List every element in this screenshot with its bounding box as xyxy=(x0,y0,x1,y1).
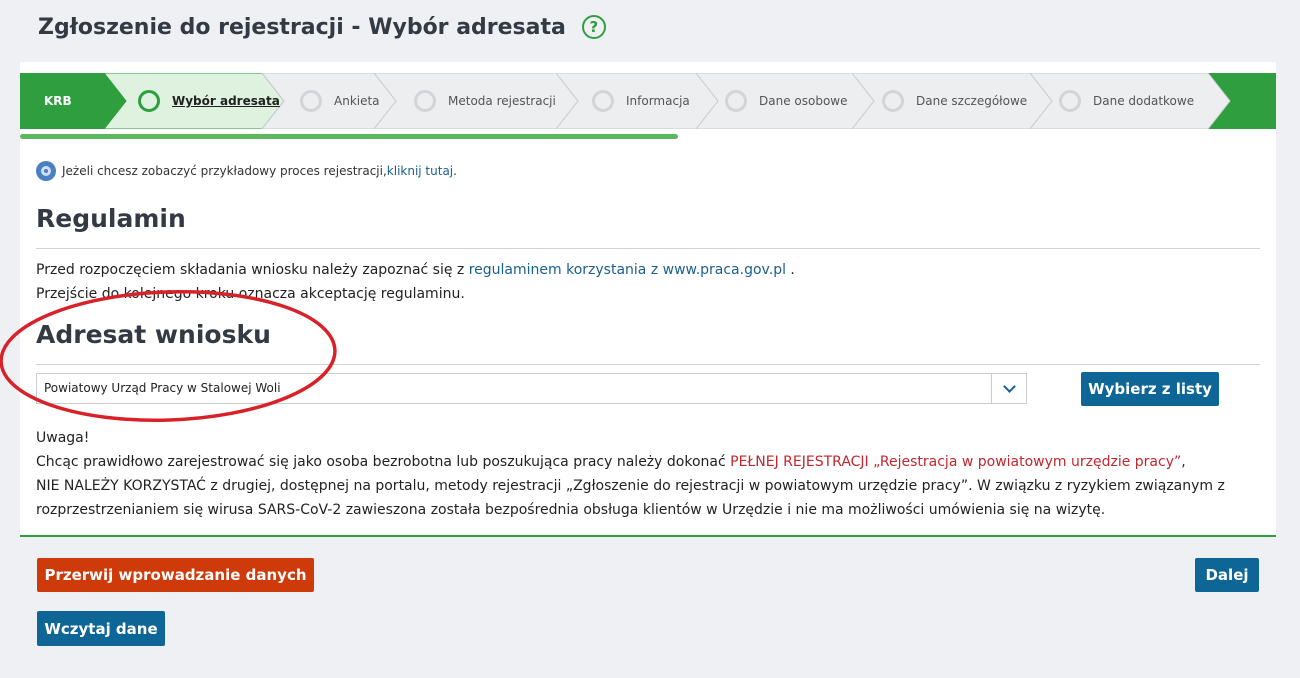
adresat-select[interactable]: Powiatowy Urząd Pracy w Stalowej Woli xyxy=(36,373,1027,404)
warning-paragraph-1: Chcąc prawidłowo zarejestrować się jako … xyxy=(36,450,1266,474)
section-title-adresat: Adresat wniosku xyxy=(36,320,271,349)
choose-from-list-button[interactable]: Wybierz z listy xyxy=(1081,372,1219,406)
regulamin-line1: Przed rozpoczęciem składania wniosku nal… xyxy=(36,262,469,278)
step-label: Informacja xyxy=(626,94,690,108)
step-label: Dane dodatkowe xyxy=(1093,94,1195,108)
step-label: Ankieta xyxy=(334,94,380,108)
warning-p1-text: Chcąc prawidłowo zarejestrować się jako … xyxy=(36,454,731,470)
step-metoda-rejestracji: Metoda rejestracji xyxy=(414,73,556,129)
next-button[interactable]: Dalej xyxy=(1195,558,1259,592)
step-wybor-adresata[interactable]: Wybór adresata xyxy=(138,73,280,129)
dropdown-toggle[interactable] xyxy=(991,374,1026,403)
warning-block: Uwaga! Chcąc prawidłowo zarejestrować si… xyxy=(36,426,1266,522)
demo-info: Jeżeli chcesz zobaczyć przykładowy proce… xyxy=(36,161,457,181)
demo-info-text: Jeżeli chcesz zobaczyć przykładowy proce… xyxy=(62,164,387,178)
load-data-button[interactable]: Wczytaj dane xyxy=(37,611,165,646)
step-dane-osobowe: Dane osobowe xyxy=(725,73,848,129)
step-dane-dodatkowe: Dane dodatkowe xyxy=(1059,73,1194,129)
adresat-select-value: Powiatowy Urząd Pracy w Stalowej Woli xyxy=(44,381,281,395)
step-ankieta: Ankieta xyxy=(300,73,380,129)
step-label: Dane szczegółowe xyxy=(916,94,1028,108)
regulamin-text: Przed rozpoczęciem składania wniosku nal… xyxy=(36,258,795,306)
step-label: Metoda rejestracji xyxy=(448,94,556,108)
page-title: Zgłoszenie do rejestracji - Wybór adresa… xyxy=(38,14,566,40)
regulamin-line2: Przejście do kolejnego kroku oznacza akc… xyxy=(36,286,465,302)
step-status-icon xyxy=(300,90,322,112)
step-status-icon xyxy=(592,90,614,112)
footer-divider xyxy=(20,535,1276,537)
demo-info-suffix: . xyxy=(453,164,457,178)
cancel-entry-button[interactable]: Przerwij wprowadzanie danych xyxy=(37,558,314,592)
step-status-icon xyxy=(414,90,436,112)
step-status-icon xyxy=(882,90,904,112)
help-icon[interactable]: ? xyxy=(581,15,606,39)
chevron-down-icon xyxy=(1002,379,1016,393)
step-progress-bar: KRB Wybór adresata Ankieta Metoda rejest… xyxy=(20,73,1276,129)
demo-link[interactable]: kliknij tutaj xyxy=(387,164,453,178)
main-card: KRB Wybór adresata Ankieta Metoda rejest… xyxy=(20,62,1276,536)
step-dane-szczegolowe: Dane szczegółowe xyxy=(882,73,1027,129)
step-krb: KRB xyxy=(44,94,72,108)
regulamin-line1-post: . xyxy=(785,262,795,278)
step-label: Dane osobowe xyxy=(759,94,848,108)
step-label: Wybór adresata xyxy=(172,94,280,108)
step-status-icon xyxy=(725,90,747,112)
progress-indicator xyxy=(20,134,678,139)
regulamin-link[interactable]: regulaminem korzystania z www.praca.gov.… xyxy=(469,262,786,278)
divider xyxy=(36,364,1260,365)
step-status-icon xyxy=(138,90,160,112)
warning-p1-post: , xyxy=(1181,454,1186,470)
warning-paragraph-2: NIE NALEŻY KORZYSTAĆ z drugiej, dostępne… xyxy=(36,478,1225,518)
step-status-icon xyxy=(1059,90,1081,112)
step-informacja: Informacja xyxy=(592,73,690,129)
divider xyxy=(36,248,1260,249)
full-registration-highlight: PEŁNEJ REJESTRACJI „Rejestracja w powiat… xyxy=(730,454,1182,470)
film-reel-icon xyxy=(36,161,56,181)
section-title-regulamin: Regulamin xyxy=(36,204,186,233)
page-header: Zgłoszenie do rejestracji - Wybór adresa… xyxy=(38,12,606,42)
warning-heading: Uwaga! xyxy=(36,430,90,446)
